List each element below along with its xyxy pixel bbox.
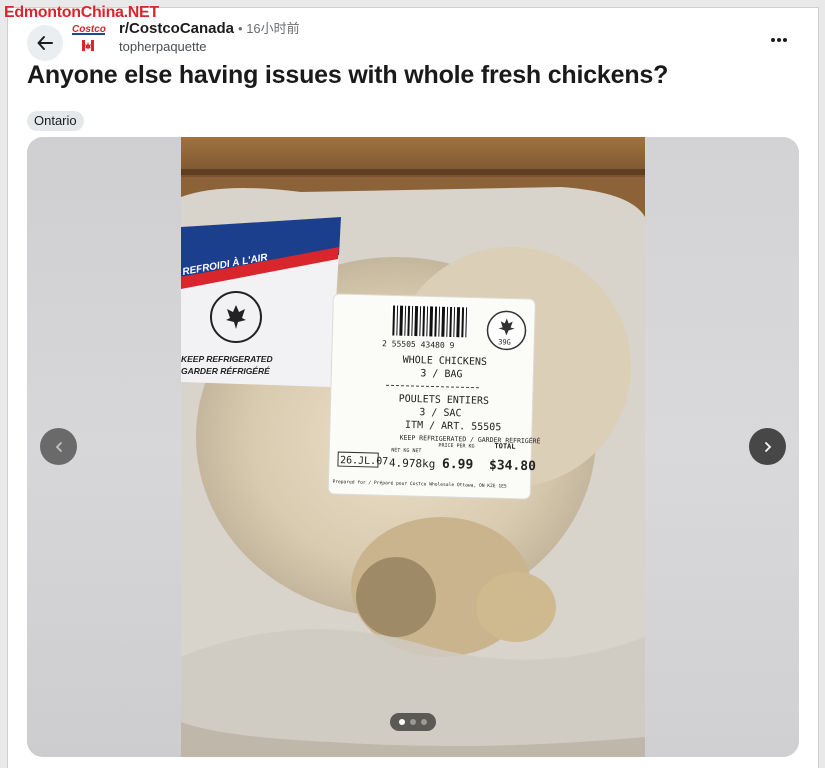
- label-line-1: WHOLE CHICKENS: [403, 355, 488, 368]
- post-time: • 16小时前: [238, 21, 300, 36]
- label-badge: 39G: [498, 338, 511, 346]
- subreddit-name[interactable]: r/CostcoCanada: [119, 20, 234, 37]
- post-card: Costco r/CostcoCanada • 16小时前 topherpaque…: [7, 7, 819, 768]
- gallery-dot[interactable]: [399, 719, 405, 725]
- label-price-label: PRICE PER KG: [438, 443, 474, 450]
- gallery-next-button[interactable]: [749, 428, 786, 465]
- post-flair[interactable]: Ontario: [27, 111, 84, 131]
- back-button[interactable]: [27, 25, 63, 61]
- gallery-pagination: [390, 713, 436, 731]
- bag-keep-refrigerated: KEEP REFRIGERATED: [181, 354, 273, 364]
- image-gallery[interactable]: REFROIDI À L'AIR KEEP REFRIGERATED GARDE…: [27, 137, 799, 757]
- gallery-photo[interactable]: REFROIDI À L'AIR KEEP REFRIGERATED GARDE…: [181, 137, 645, 757]
- barcode-graphic: [390, 303, 470, 340]
- label-total-label: TOTAL: [494, 442, 515, 451]
- label-total: $34.80: [489, 458, 537, 474]
- label-line-2: 3 / BAG: [420, 368, 462, 380]
- gallery-dot[interactable]: [421, 719, 427, 725]
- chevron-right-icon: [764, 441, 771, 452]
- chevron-left-icon: [55, 441, 62, 452]
- label-line-4: 3 / SAC: [419, 407, 461, 419]
- gallery-prev-button[interactable]: [40, 428, 77, 465]
- site-watermark: EdmontonChina.NET: [4, 4, 159, 21]
- more-options-icon: [771, 38, 787, 42]
- author-name[interactable]: topherpaquette: [119, 39, 206, 54]
- barcode-number: 2 55505 43480 9: [382, 339, 455, 350]
- gallery-dot[interactable]: [410, 719, 416, 725]
- label-weight: 4.978kg: [389, 456, 436, 470]
- label-net-label: NET KG NET: [391, 447, 421, 454]
- label-date: 26.JL.07: [340, 455, 388, 467]
- bag-garder: GARDER RÉFRIGÉRÉ: [181, 366, 270, 376]
- label-price: 6.99: [442, 457, 474, 473]
- arrow-left-icon: [37, 36, 53, 50]
- subreddit-avatar[interactable]: Costco: [71, 20, 111, 56]
- post-title[interactable]: Anyone else having issues with whole fre…: [27, 61, 668, 90]
- more-options-button[interactable]: [770, 26, 788, 49]
